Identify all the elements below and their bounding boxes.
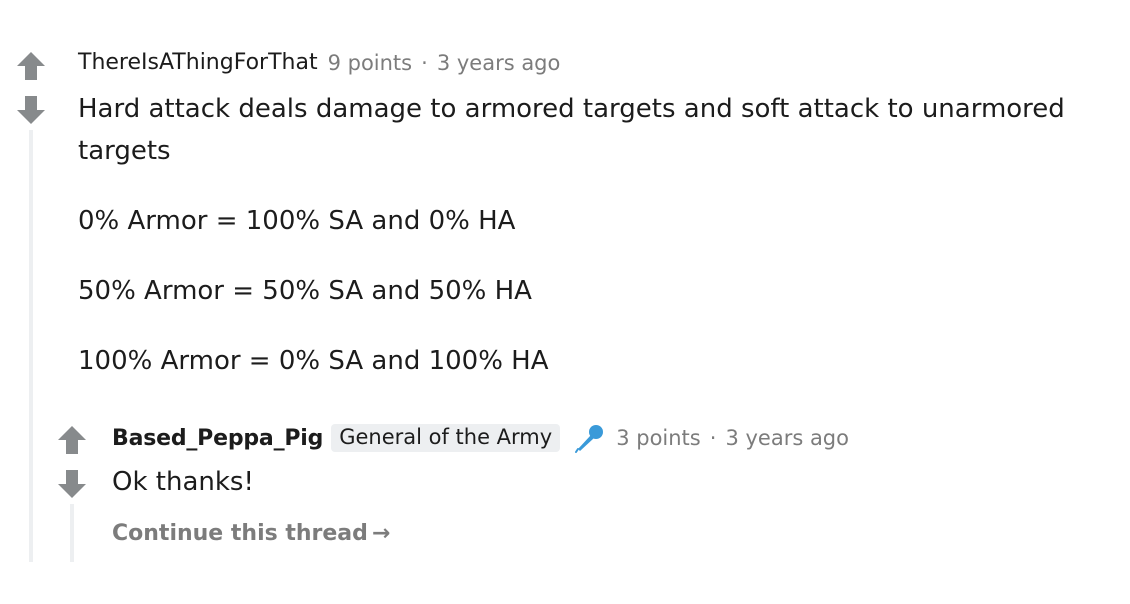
- user-flair: General of the Army: [331, 424, 561, 452]
- meta-separator: ·: [421, 50, 428, 75]
- comment-paragraph: 50% Armor = 50% SA and 50% HA: [78, 276, 532, 306]
- microphone-icon: [574, 422, 606, 454]
- reply-text: Ok thanks!: [112, 467, 254, 497]
- reply-age[interactable]: 3 years ago: [725, 426, 849, 450]
- continue-thread-link[interactable]: Continue this thread →: [112, 521, 390, 546]
- arrow-right-icon: →: [371, 521, 391, 546]
- comment-body: Hard attack deals damage to armored targ…: [78, 88, 1088, 382]
- comment-paragraph: Hard attack deals damage to armored targ…: [78, 94, 1065, 166]
- comment-points: 9 points: [327, 50, 413, 75]
- reply-meta: Based_Peppa_Pig General of the Army 3 po…: [112, 422, 849, 454]
- comment-paragraph: 100% Armor = 0% SA and 100% HA: [78, 346, 549, 376]
- comment-meta: ThereIsAThingForThat 9 points · 3 years …: [78, 50, 560, 75]
- reply-author-link[interactable]: Based_Peppa_Pig: [112, 426, 323, 451]
- reply-thread-collapse-line[interactable]: [70, 504, 74, 562]
- comment-age[interactable]: 3 years ago: [437, 51, 561, 75]
- meta-separator: ·: [709, 426, 717, 450]
- reply-upvote-icon[interactable]: [57, 426, 87, 454]
- thread-collapse-line[interactable]: [29, 130, 33, 562]
- continue-thread-label: Continue this thread: [112, 521, 368, 546]
- reply-points: 3 points: [616, 426, 701, 450]
- downvote-icon[interactable]: [16, 96, 46, 124]
- comment-author-link[interactable]: ThereIsAThingForThat: [78, 50, 318, 75]
- comment-paragraph: 0% Armor = 100% SA and 0% HA: [78, 206, 516, 236]
- reply-downvote-icon[interactable]: [57, 470, 87, 498]
- reply-body: Ok thanks!: [112, 461, 1012, 503]
- upvote-icon[interactable]: [16, 52, 46, 80]
